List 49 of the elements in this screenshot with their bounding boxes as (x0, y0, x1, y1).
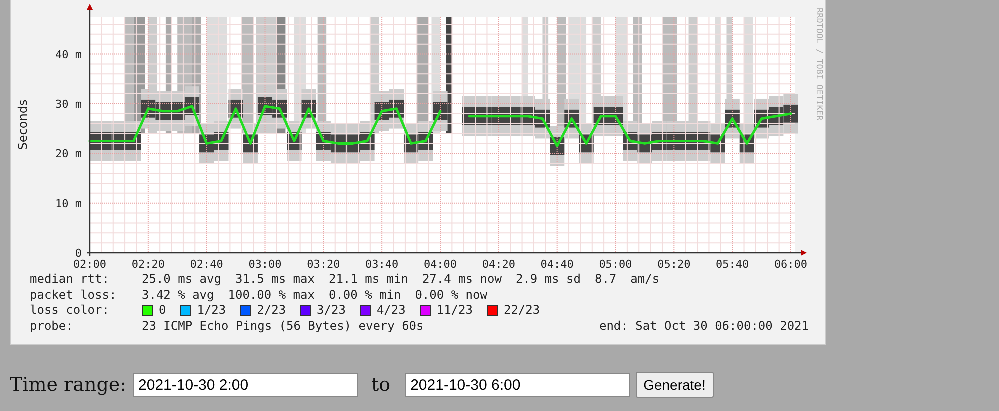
time-range-label: Time range: (10, 373, 127, 398)
y-tick-label: 30 m (56, 98, 82, 111)
legend-value: 31.5 ms max (235, 272, 315, 288)
legend-value: 0.00 % min (328, 288, 402, 304)
legend-value: 21.1 ms min (328, 272, 408, 288)
y-axis-title: Seconds (16, 100, 30, 150)
generate-button[interactable]: Generate! (636, 372, 714, 398)
x-tick-label: 04:20 (482, 258, 516, 271)
legend-label: packet loss: (30, 288, 118, 304)
legend-value: 27.4 ms now (422, 272, 502, 288)
y-tick-label: 20 m (56, 148, 82, 161)
date-field[interactable]: 2021-10-30 2:00 (132, 373, 358, 398)
date-field[interactable]: 2021-10-30 6:00 (404, 373, 630, 398)
x-tick-label: 06:00 (774, 258, 808, 271)
x-tick-label: 05:40 (716, 258, 750, 271)
y-tick-label: 0 (75, 247, 82, 260)
legend-label: median rtt: (30, 272, 110, 288)
y-tick-label: 10 m (56, 197, 82, 210)
legend-value: 1/23 (197, 303, 226, 319)
y-tick-label: 40 m (56, 48, 82, 62)
legend-value: 3/23 (317, 303, 346, 319)
legend-value: 0.00 % now (415, 288, 488, 304)
x-tick-label: 03:00 (248, 258, 282, 271)
x-tick-label: 04:40 (540, 258, 574, 271)
x-tick-label: 02:20 (132, 258, 165, 271)
legend-value: 0 (159, 303, 166, 319)
legend-label: probe: (30, 318, 74, 334)
legend-value: 22/23 (504, 303, 540, 319)
legend-value: 23 ICMP Echo Pings (56 Bytes) every 60s (142, 318, 424, 334)
legend-value: 25.0 ms avg (142, 272, 222, 288)
x-tick-label: 05:20 (658, 258, 691, 271)
legend-value: am/s (630, 272, 660, 288)
to-label: to (372, 373, 391, 398)
legend-value: 2/23 (257, 303, 286, 319)
x-tick-label: 05:00 (599, 258, 632, 271)
x-tick-label: 03:20 (307, 258, 340, 271)
legend-value: 11/23 (436, 303, 473, 319)
end-time: end: Sat Oct 30 06:00:00 2021 (599, 318, 809, 334)
legend-value: 3.42 % avg (142, 288, 214, 304)
legend-value: 4/23 (376, 303, 406, 319)
x-tick-label: 02:40 (190, 258, 224, 271)
legend-value: 100.00 % max (228, 288, 315, 304)
legend-value: 8.7 (594, 272, 617, 288)
credit-text: RRDTOOL / TOBI OETIKER (814, 8, 824, 121)
legend-label: loss color: (30, 303, 110, 319)
x-tick-label: 03:40 (366, 258, 399, 271)
x-tick-label: 02:00 (73, 258, 107, 271)
legend-value: 2.9 ms sd (516, 272, 581, 288)
x-tick-label: 04:00 (424, 258, 458, 271)
